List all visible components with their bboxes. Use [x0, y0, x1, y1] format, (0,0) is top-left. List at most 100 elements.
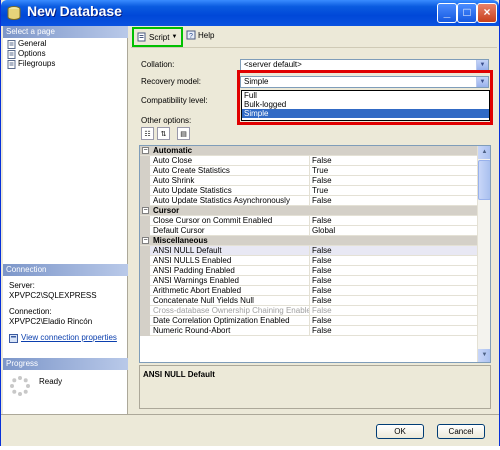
toolbar: Script ▼ ? Help [131, 26, 497, 48]
recovery-option-bulk-logged[interactable]: Bulk-logged [242, 100, 489, 109]
property-name: Auto Shrink [152, 176, 310, 186]
ok-button[interactable]: OK [376, 424, 424, 439]
grid-gutter [140, 326, 150, 336]
grid-property-row[interactable]: Concatenate Null Yields Null False [140, 296, 478, 306]
property-pages-button[interactable]: ▤ [177, 127, 190, 140]
property-value[interactable]: False [311, 176, 332, 186]
recovery-option-full[interactable]: Full [242, 91, 489, 100]
cancel-button[interactable]: Cancel [437, 424, 485, 439]
description-title: ANSI NULL Default [143, 370, 215, 379]
select-page-header: Select a page [3, 26, 128, 38]
chevron-down-icon[interactable]: ▼ [476, 60, 488, 70]
property-value[interactable]: True [311, 166, 328, 176]
database-icon [7, 6, 21, 20]
property-grid: − Automatic Auto Close False Auto Create Sta… [139, 145, 491, 363]
script-button[interactable]: Script ▼ [132, 27, 183, 47]
property-value[interactable]: Global [311, 226, 335, 236]
page-item-options[interactable]: Options [7, 49, 46, 59]
chevron-down-icon: ▼ [171, 34, 178, 40]
property-name: ANSI NULLS Enabled [152, 256, 310, 266]
page-item-filegroups[interactable]: Filegroups [7, 59, 55, 69]
collapse-icon[interactable]: − [142, 147, 149, 154]
grid-property-row[interactable]: Numeric Round-Abort False [140, 326, 478, 336]
property-value[interactable]: False [311, 296, 332, 306]
grid-property-row[interactable]: Auto Update Statistics True [140, 186, 478, 196]
page-item-general[interactable]: General [7, 39, 46, 49]
grid-property-row[interactable]: Default Cursor Global [140, 226, 478, 236]
property-value[interactable]: False [311, 196, 332, 206]
grid-category-row[interactable]: − Cursor [140, 206, 478, 216]
grid-property-row[interactable]: Close Cursor on Commit Enabled False [140, 216, 478, 226]
grid-property-row[interactable]: Date Correlation Optimization Enabled Fal… [140, 316, 478, 326]
progress-header: Progress [3, 358, 128, 370]
other-options-label: Other options: [141, 116, 192, 125]
scroll-thumb[interactable] [478, 160, 490, 200]
description-pane: ANSI NULL Default [139, 365, 491, 409]
scroll-up-icon[interactable]: ▲ [478, 146, 490, 159]
scroll-down-icon[interactable]: ▼ [478, 349, 490, 362]
alphabetical-button[interactable]: ⇅ [157, 127, 170, 140]
grid-property-row[interactable]: Arithmetic Abort Enabled False [140, 286, 478, 296]
vertical-scrollbar[interactable]: ▲ ▼ [477, 146, 490, 362]
grid-gutter [140, 266, 150, 276]
minimize-button[interactable]: _ [437, 3, 457, 23]
view-connection-link[interactable]: View connection properties [9, 333, 117, 343]
property-value[interactable]: False [311, 316, 332, 326]
progress-status: Ready [39, 377, 63, 386]
property-name: Auto Close [152, 156, 310, 166]
script-label: Script [149, 32, 170, 42]
collapse-icon[interactable]: − [142, 237, 149, 244]
property-name: Auto Update Statistics Asynchronously [152, 196, 310, 206]
page-icon [7, 39, 16, 49]
connection-header: Connection [3, 264, 128, 276]
grid-gutter [140, 306, 150, 316]
property-value[interactable]: False [311, 276, 332, 286]
close-button[interactable]: × [477, 3, 497, 23]
property-name: ANSI Warnings Enabled [152, 276, 310, 286]
categorized-button[interactable]: ☷ [141, 127, 154, 140]
property-value[interactable]: False [311, 156, 332, 166]
categorized-icon: ☷ [144, 130, 151, 138]
property-pages-icon: ▤ [180, 130, 187, 138]
sort-az-icon: ⇅ [160, 130, 167, 138]
title-bar[interactable]: New Database _ □ × [1, 0, 499, 26]
grid-category-label: Miscellaneous [153, 236, 208, 245]
grid-property-row[interactable]: Auto Create Statistics True [140, 166, 478, 176]
grid-category-row[interactable]: − Miscellaneous [140, 236, 478, 246]
property-value[interactable]: False [311, 326, 332, 336]
script-icon [137, 32, 146, 42]
maximize-button[interactable]: □ [457, 3, 477, 23]
property-value[interactable]: False [311, 246, 332, 256]
recovery-model-label: Recovery model: [141, 77, 202, 86]
recovery-model-dropdown[interactable]: Full Bulk-logged Simple [241, 90, 490, 121]
grid-property-row[interactable]: Auto Update Statistics Asynchronously Fal… [140, 196, 478, 206]
grid-property-row[interactable]: Auto Close False [140, 156, 478, 166]
grid-category-row[interactable]: − Automatic [140, 146, 478, 156]
property-value[interactable]: False [311, 286, 332, 296]
property-value[interactable]: True [311, 186, 328, 196]
grid-gutter [140, 216, 150, 226]
grid-property-row[interactable]: ANSI Warnings Enabled False [140, 276, 478, 286]
grid-property-row[interactable]: ANSI NULL Default False [140, 246, 478, 256]
recovery-option-simple[interactable]: Simple [242, 109, 489, 118]
collapse-icon[interactable]: − [142, 207, 149, 214]
grid-category-label: Automatic [153, 146, 193, 155]
grid-gutter [140, 256, 150, 266]
view-connection-label[interactable]: View connection properties [21, 333, 117, 343]
property-value[interactable]: False [311, 306, 332, 316]
grid-property-row[interactable]: Auto Shrink False [140, 176, 478, 186]
server-value: XPVPC2\SQLEXPRESS [9, 291, 97, 300]
page-icon [7, 59, 16, 69]
svg-text:?: ? [189, 33, 193, 40]
grid-gutter [140, 196, 150, 206]
grid-property-row[interactable]: ANSI NULLS Enabled False [140, 256, 478, 266]
grid-gutter [140, 156, 150, 166]
left-pane: Select a page General Options Filegroups… [3, 26, 128, 414]
property-value[interactable]: False [311, 256, 332, 266]
progress-spinner-icon [10, 376, 30, 396]
help-button[interactable]: ? Help [186, 30, 214, 40]
property-value[interactable]: False [311, 266, 332, 276]
property-value[interactable]: False [311, 216, 332, 226]
grid-property-row[interactable]: ANSI Padding Enabled False [140, 266, 478, 276]
grid-property-row[interactable]: Cross-database Ownership Chaining Enable… [140, 306, 478, 316]
